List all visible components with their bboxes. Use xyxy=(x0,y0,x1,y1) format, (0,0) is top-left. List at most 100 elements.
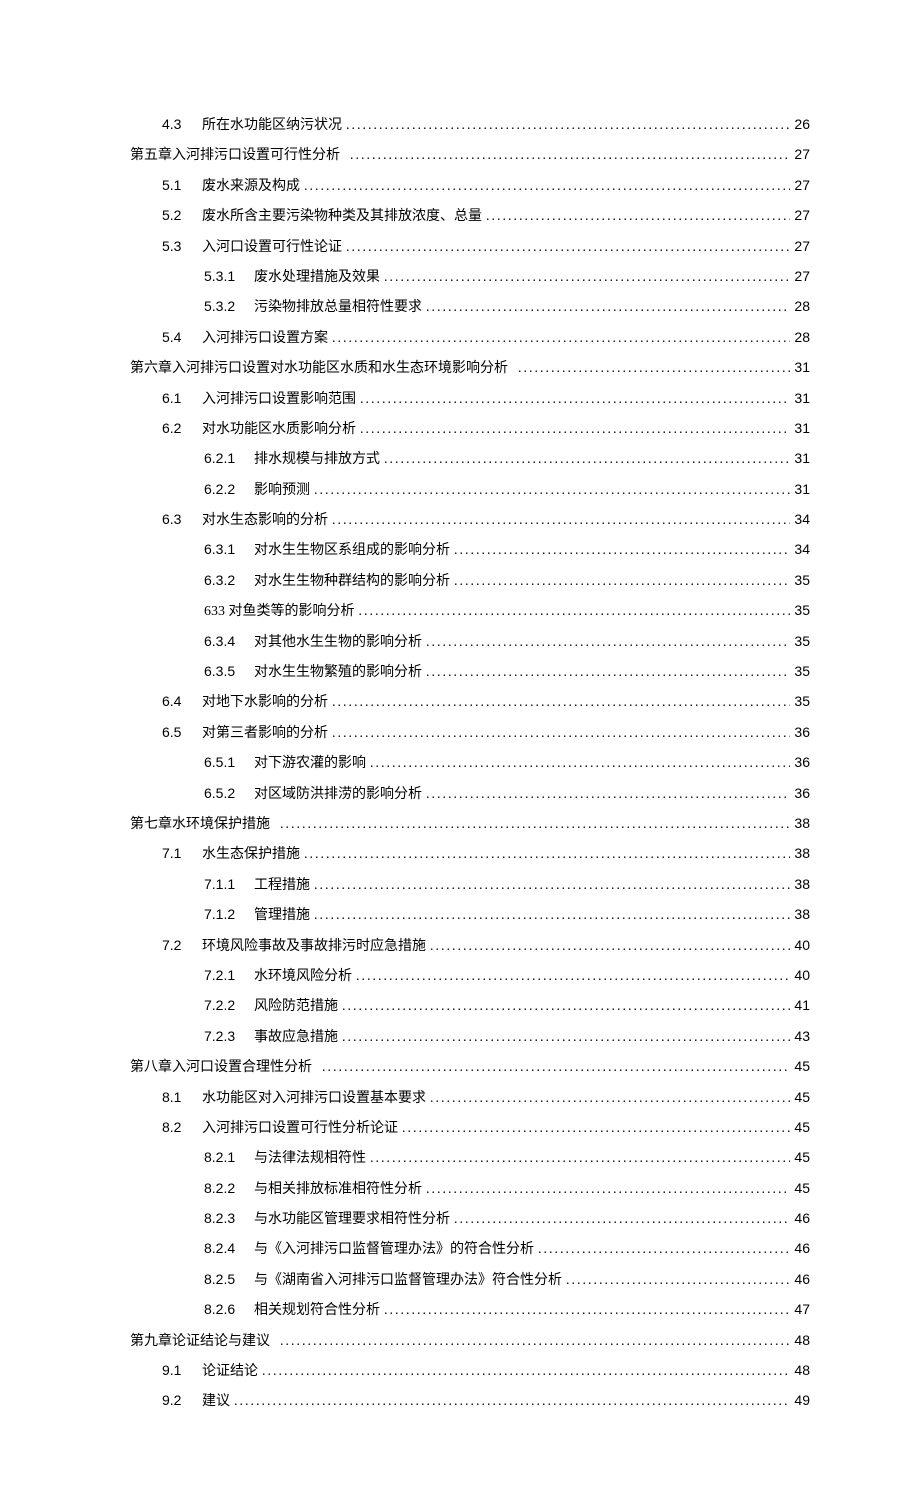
toc-entry-page: 41 xyxy=(794,991,810,1020)
toc-entry-number: 7.2.2 xyxy=(204,991,240,1020)
toc-entry-title: 污染物排放总量相符性要求 xyxy=(254,293,422,322)
toc-leader-dots xyxy=(384,263,790,292)
toc-entry-title: 水环境风险分析 xyxy=(254,962,352,991)
toc-entry: 5.2废水所含主要污染物种类及其排放浓度、总量27 xyxy=(130,201,810,231)
toc-entry-number: 4.3 xyxy=(162,110,188,139)
toc-entry-title: 建议 xyxy=(202,1387,230,1416)
toc-entry-title: 对水生生物种群结构的影响分析 xyxy=(254,567,450,596)
toc-entry: 7.2.1水环境风险分析40 xyxy=(130,961,810,991)
toc-leader-dots xyxy=(486,202,790,231)
toc-entry-page: 35 xyxy=(794,596,810,625)
toc-entry-title: 第六章入河排污口设置对水功能区水质和水生态环境影响分析 xyxy=(130,354,508,383)
toc-entry-number: 5.1 xyxy=(162,171,188,200)
toc-entry-title: 论证结论 xyxy=(202,1357,258,1386)
toc-leader-dots xyxy=(538,1235,790,1264)
toc-entry: 6.2.1 排水规模与排放方式 31 xyxy=(130,444,810,474)
toc-leader-dots xyxy=(370,1144,790,1173)
toc-entry-number: 8.1 xyxy=(162,1083,188,1112)
toc-entry-page: 45 xyxy=(794,1113,810,1142)
toc-entry-title: 第五章入河排污口设置可行性分析 xyxy=(130,141,340,170)
toc-leader-dots xyxy=(370,749,790,778)
toc-entry-title: 所在水功能区纳污状况 xyxy=(202,111,342,140)
toc-entry-page: 26 xyxy=(794,110,810,139)
toc-entry-page: 46 xyxy=(794,1204,810,1233)
toc-leader-dots xyxy=(280,810,790,839)
toc-entry-title: 管理措施 xyxy=(254,901,310,930)
toc-entry-number: 6.2.1 xyxy=(204,444,240,473)
toc-entry-page: 35 xyxy=(794,687,810,716)
toc-entry-number: 8.2.1 xyxy=(204,1143,240,1172)
toc-entry: 6.1入河排污口设置影响范围31 xyxy=(130,384,810,414)
toc-entry: 7.1.2管理措施38 xyxy=(130,900,810,930)
toc-entry-title: 第七章水环境保护措施 xyxy=(130,810,270,839)
toc-entry-number: 5.3.2 xyxy=(204,292,240,321)
toc-entry-title: 工程措施 xyxy=(254,871,310,900)
toc-leader-dots xyxy=(426,628,790,657)
toc-entry-page: 27 xyxy=(794,140,810,169)
toc-leader-dots xyxy=(384,445,790,474)
toc-entry-title: 对水生态影响的分析 xyxy=(202,506,328,535)
toc-entry-number: 6.4 xyxy=(162,687,188,716)
toc-entry-page: 46 xyxy=(794,1234,810,1263)
toc-entry-title: 影响预测 xyxy=(254,476,310,505)
toc-entry: 9.1论证结论48 xyxy=(130,1356,810,1386)
toc-entry-number: 8.2.6 xyxy=(204,1295,240,1324)
toc-leader-dots xyxy=(402,1114,790,1143)
toc-entry: 第五章入河排污口设置可行性分析 27 xyxy=(130,140,810,170)
toc-entry: 6.3对水生态影响的分析34 xyxy=(130,505,810,535)
toc-entry: 8.2.6相关规划符合性分析47 xyxy=(130,1295,810,1325)
toc-entry-title: 环境风险事故及事故排污时应急措施 xyxy=(202,932,426,961)
toc-entry-number: 6.2 xyxy=(162,414,188,443)
toc-entry: 5.3.2 污染物排放总量相符性要求 28 xyxy=(130,292,810,322)
toc-entry-title: 废水所含主要污染物种类及其排放浓度、总量 xyxy=(202,202,482,231)
toc-leader-dots xyxy=(332,719,790,748)
toc-entry-number: 7.1.1 xyxy=(204,870,240,899)
toc-entry-page: 49 xyxy=(794,1386,810,1415)
toc-entry-number: 6.3.4 xyxy=(204,627,240,656)
toc-entry-title: 水功能区对入河排污口设置基本要求 xyxy=(202,1084,426,1113)
toc-entry: 7.2环境风险事故及事故排污时应急措施40 xyxy=(130,931,810,961)
toc-entry-number: 8.2.5 xyxy=(204,1265,240,1294)
toc-entry-number: 7.1.2 xyxy=(204,900,240,929)
toc-leader-dots xyxy=(518,354,790,383)
toc-leader-dots xyxy=(426,293,790,322)
toc-entry-page: 48 xyxy=(794,1356,810,1385)
toc-entry-page: 28 xyxy=(794,292,810,321)
toc-entry-number: 6.3.5 xyxy=(204,657,240,686)
toc-entry-title: 排水规模与排放方式 xyxy=(254,445,380,474)
toc-entry-page: 36 xyxy=(794,748,810,777)
toc-entry-page: 31 xyxy=(794,414,810,443)
toc-entry: 6.3.2对水生生物种群结构的影响分析35 xyxy=(130,566,810,596)
toc-entry-number: 7.2.1 xyxy=(204,961,240,990)
table-of-contents: 4.3所在水功能区纳污状况26第五章入河排污口设置可行性分析275.1废水来源及… xyxy=(130,110,810,1417)
toc-entry: 6.3.5对水生生物繁殖的影响分析35 xyxy=(130,657,810,687)
toc-leader-dots xyxy=(332,506,790,535)
toc-entry: 7.2.3事故应急措施43 xyxy=(130,1022,810,1052)
toc-entry-title: 入河口设置可行性论证 xyxy=(202,233,342,262)
toc-entry: 6.5.1对下游农灌的影响36 xyxy=(130,748,810,778)
toc-entry-number: 5.3 xyxy=(162,232,188,261)
toc-leader-dots xyxy=(332,324,790,353)
toc-entry: 8.2入河排污口设置可行性分析论证45 xyxy=(130,1113,810,1143)
toc-entry-page: 40 xyxy=(794,931,810,960)
toc-leader-dots xyxy=(346,233,790,262)
toc-entry-page: 34 xyxy=(794,535,810,564)
toc-entry: 7.1水生态保护措施38 xyxy=(130,839,810,869)
toc-leader-dots xyxy=(426,780,790,809)
toc-entry-title: 入河排污口设置方案 xyxy=(202,324,328,353)
toc-entry-title: 对第三者影响的分析 xyxy=(202,719,328,748)
toc-entry-number: 8.2.2 xyxy=(204,1174,240,1203)
toc-entry-page: 27 xyxy=(794,201,810,230)
toc-entry-number: 8.2.3 xyxy=(204,1204,240,1233)
toc-leader-dots xyxy=(342,992,790,1021)
toc-entry-page: 35 xyxy=(794,657,810,686)
toc-entry: 8.2.4与《入河排污口监督管理办法》的符合性分析46 xyxy=(130,1234,810,1264)
toc-entry: 6.3.1对水生生物区系组成的影响分析34 xyxy=(130,535,810,565)
toc-entry: 4.3 所在水功能区纳污状况 26 xyxy=(130,110,810,140)
toc-entry-page: 45 xyxy=(794,1052,810,1081)
toc-leader-dots xyxy=(454,567,790,596)
toc-entry-page: 28 xyxy=(794,323,810,352)
toc-entry-number: 7.2.3 xyxy=(204,1022,240,1051)
toc-leader-dots xyxy=(454,536,790,565)
toc-entry-page: 31 xyxy=(794,444,810,473)
